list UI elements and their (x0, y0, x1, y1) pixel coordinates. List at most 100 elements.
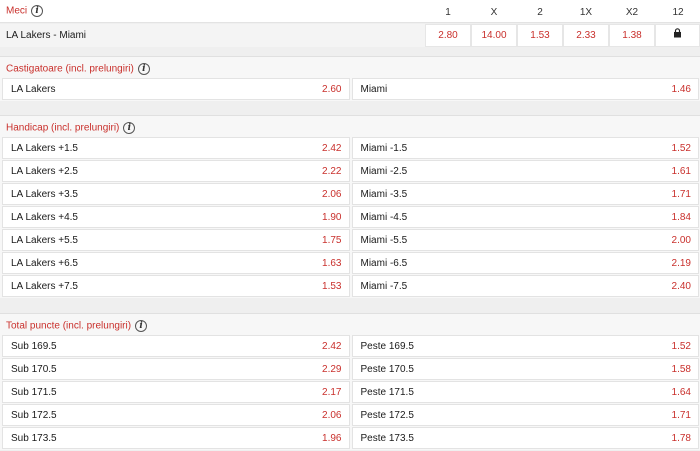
selection-label: LA Lakers (11, 84, 56, 95)
odds-row: LA Lakers +1.5 2.42 Miami -1.5 1.52 (0, 137, 700, 160)
market-title: Handicap (incl. prelungiri) i (0, 115, 700, 137)
info-icon[interactable]: i (135, 320, 148, 332)
selection-label: Sub 171.5 (11, 387, 57, 398)
selection-button[interactable]: Peste 172.5 1.71 (351, 404, 699, 426)
selection-button[interactable]: Miami -4.5 1.84 (351, 206, 699, 228)
selection-button[interactable]: Peste 170.5 1.58 (351, 358, 699, 380)
selection-label: LA Lakers +3.5 (11, 189, 78, 200)
selection-button[interactable]: Peste 171.5 1.64 (351, 381, 699, 403)
column-header-x: X (490, 7, 498, 18)
selection-odd: 1.71 (671, 410, 691, 421)
selection-button[interactable]: LA Lakers +3.5 2.06 (2, 183, 350, 205)
match-name[interactable]: LA Lakers - Miami (6, 30, 86, 41)
selection-button[interactable]: Peste 169.5 1.52 (351, 335, 699, 357)
selection-label: Sub 170.5 (11, 364, 57, 375)
odd-button-x[interactable]: 14.00 (471, 24, 517, 47)
selection-button[interactable]: Miami -6.5 2.19 (351, 252, 699, 274)
match-title-label: Meci (6, 5, 28, 17)
odds-row: LA Lakers +6.5 1.63 Miami -6.5 2.19 (0, 252, 700, 275)
selection-button[interactable]: Miami -7.5 2.40 (351, 275, 699, 297)
odds-row: Sub 169.5 2.42 Peste 169.5 1.52 (0, 335, 700, 358)
selection-label: Sub 173.5 (11, 433, 57, 444)
selection-odd: 1.46 (671, 84, 691, 95)
odds-row: LA Lakers 2.60 Miami 1.46 (0, 78, 700, 101)
selection-label: Sub 172.5 (11, 410, 57, 421)
selection-odd: 1.75 (322, 235, 342, 246)
market-winner: Castigatoare (incl. prelungiri) i LA Laker… (0, 56, 700, 101)
selection-label: LA Lakers +1.5 (11, 143, 78, 154)
selection-label: LA Lakers +5.5 (11, 235, 78, 246)
column-header-x2: X2 (625, 7, 639, 18)
match-row: LA Lakers - Miami 2.80 14.00 1.53 2.33 1… (0, 24, 700, 47)
selection-button[interactable]: LA Lakers +7.5 1.53 (2, 275, 350, 297)
selection-label: Miami -2.5 (360, 166, 408, 177)
selection-odd: 1.96 (322, 433, 342, 444)
odds-row: Sub 171.5 2.17 Peste 171.5 1.64 (0, 381, 700, 404)
odd-button-1x[interactable]: 2.33 (563, 24, 609, 47)
selection-label: Miami (360, 84, 388, 95)
market-title-label: Handicap (incl. prelungiri) (6, 122, 120, 134)
info-icon[interactable]: i (123, 122, 136, 134)
selection-button[interactable]: LA Lakers +2.5 2.22 (2, 160, 350, 182)
selection-label: Sub 169.5 (11, 341, 57, 352)
selection-button[interactable]: Sub 169.5 2.42 (2, 335, 350, 357)
selection-label: Peste 171.5 (360, 387, 414, 398)
odd-button-2[interactable]: 1.53 (517, 24, 563, 47)
selection-odd: 2.00 (671, 235, 691, 246)
column-header-1x: 1X (579, 7, 593, 18)
selection-label: Miami -3.5 (360, 189, 408, 200)
selection-button[interactable]: Miami 1.46 (351, 78, 699, 100)
selection-odd: 1.52 (671, 341, 691, 352)
selection-odd: 1.78 (671, 433, 691, 444)
selection-button[interactable]: LA Lakers 2.60 (2, 78, 350, 100)
selection-button[interactable]: Peste 173.5 1.78 (351, 427, 699, 449)
market-title-label: Total puncte (incl. prelungiri) (6, 320, 132, 332)
selection-label: Peste 170.5 (360, 364, 414, 375)
odds-row: LA Lakers +7.5 1.53 Miami -7.5 2.40 (0, 275, 700, 298)
selection-button[interactable]: Miami -2.5 1.61 (351, 160, 699, 182)
selection-button[interactable]: Sub 170.5 2.29 (2, 358, 350, 380)
odds-row: Sub 172.5 2.06 Peste 172.5 1.71 (0, 404, 700, 427)
selection-button[interactable]: Miami -1.5 1.52 (351, 137, 699, 159)
column-header-12: 12 (672, 7, 684, 18)
selection-label: LA Lakers +7.5 (11, 281, 78, 292)
selection-odd: 1.63 (322, 258, 342, 269)
selection-label: Miami -4.5 (360, 212, 408, 223)
selection-odd: 2.19 (671, 258, 691, 269)
selection-button[interactable]: Sub 173.5 1.96 (2, 427, 350, 449)
odds-row: Sub 173.5 1.96 Peste 173.5 1.78 (0, 427, 700, 450)
selection-button[interactable]: Sub 171.5 2.17 (2, 381, 350, 403)
selection-odd: 2.22 (322, 166, 342, 177)
odd-button-12-locked (655, 24, 700, 47)
selection-odd: 2.06 (322, 189, 342, 200)
odd-button-x2[interactable]: 1.38 (609, 24, 655, 47)
selection-button[interactable]: LA Lakers +4.5 1.90 (2, 206, 350, 228)
selection-odd: 1.71 (671, 189, 691, 200)
match-section-title: Meci i (6, 5, 44, 17)
odds-row: LA Lakers +2.5 2.22 Miami -2.5 1.61 (0, 160, 700, 183)
column-header-2: 2 (537, 7, 543, 18)
odds-row: Sub 170.5 2.29 Peste 170.5 1.58 (0, 358, 700, 381)
info-icon[interactable]: i (31, 5, 44, 17)
selection-button[interactable]: LA Lakers +1.5 2.42 (2, 137, 350, 159)
selection-label: LA Lakers +2.5 (11, 166, 78, 177)
selection-odd: 1.84 (671, 212, 691, 223)
odd-button-1[interactable]: 2.80 (425, 24, 471, 47)
selection-label: Miami -7.5 (360, 281, 408, 292)
selection-odd: 2.06 (322, 410, 342, 421)
selection-button[interactable]: Miami -5.5 2.00 (351, 229, 699, 251)
selection-label: LA Lakers +6.5 (11, 258, 78, 269)
lock-icon (673, 28, 682, 40)
market-title: Castigatoare (incl. prelungiri) i (0, 56, 700, 78)
selection-odd: 2.29 (322, 364, 342, 375)
selection-odd: 1.58 (671, 364, 691, 375)
selection-odd: 1.64 (671, 387, 691, 398)
info-icon[interactable]: i (137, 63, 150, 75)
selection-button[interactable]: Miami -3.5 1.71 (351, 183, 699, 205)
odds-row: LA Lakers +4.5 1.90 Miami -4.5 1.84 (0, 206, 700, 229)
selection-button[interactable]: LA Lakers +6.5 1.63 (2, 252, 350, 274)
selection-button[interactable]: LA Lakers +5.5 1.75 (2, 229, 350, 251)
selection-button[interactable]: Sub 172.5 2.06 (2, 404, 350, 426)
selection-odd: 2.17 (322, 387, 342, 398)
selection-odd: 1.90 (322, 212, 342, 223)
